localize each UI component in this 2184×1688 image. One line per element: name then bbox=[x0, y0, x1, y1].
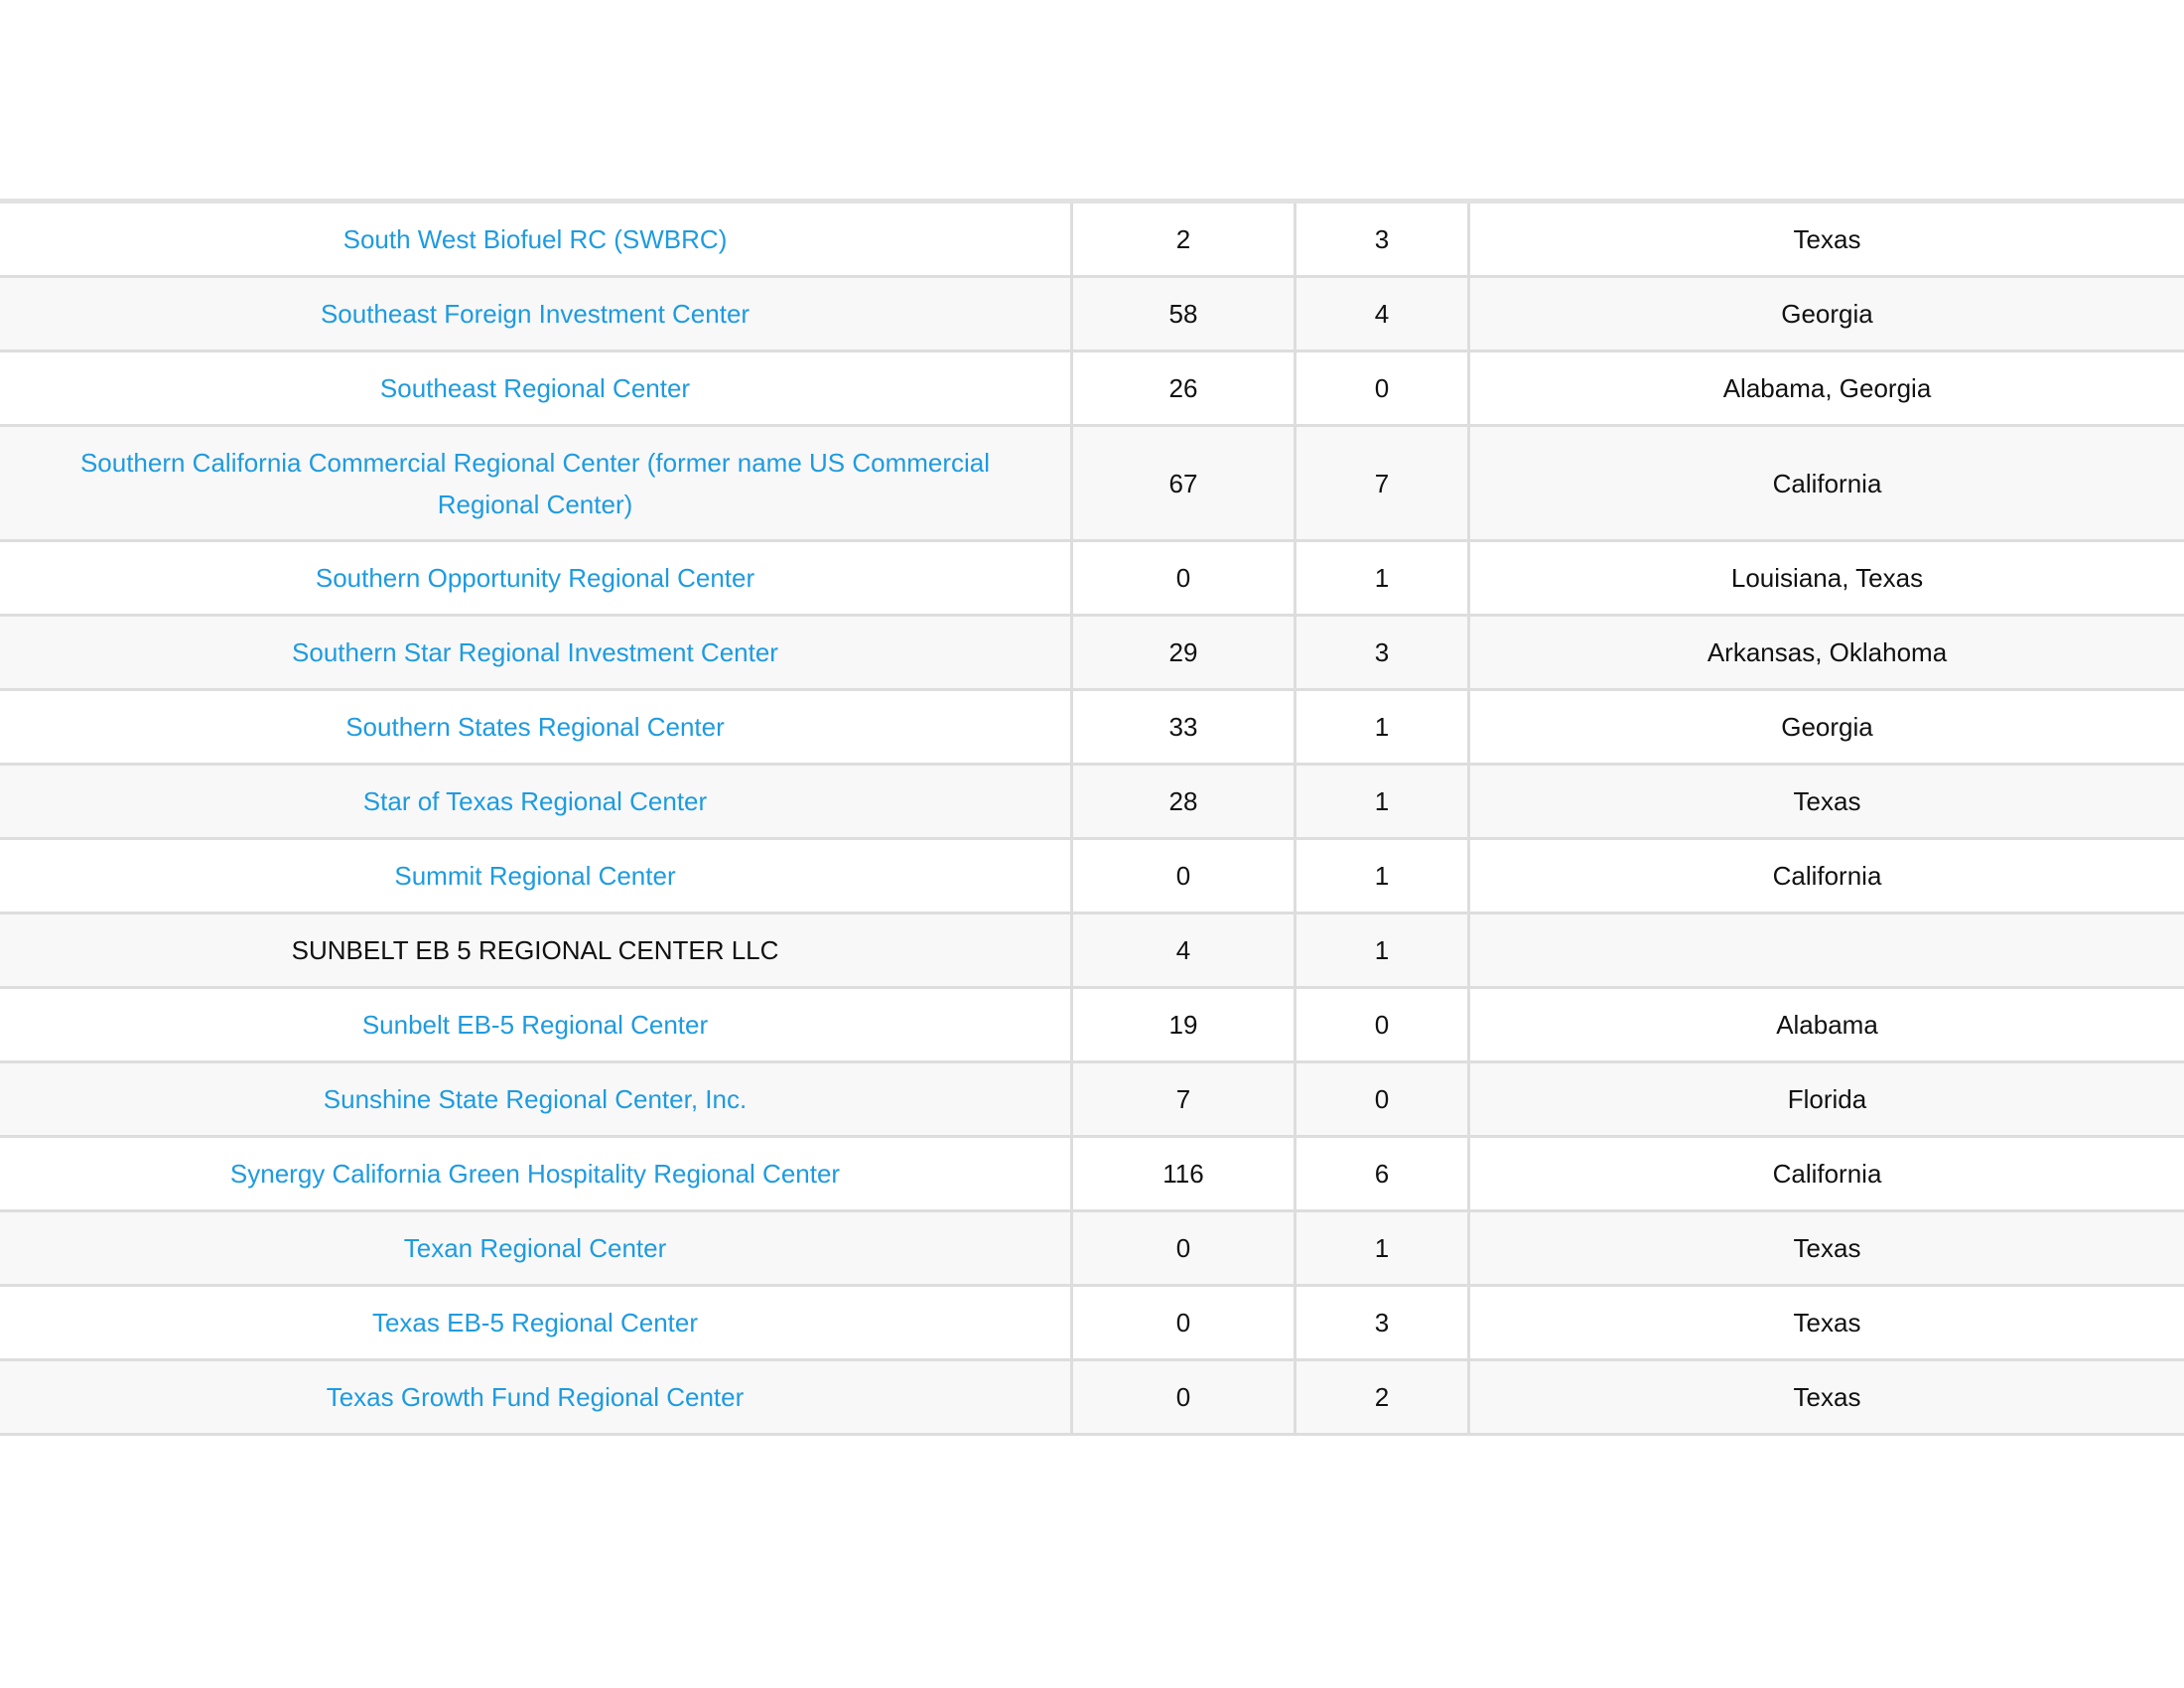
count-cell-2: 1 bbox=[1295, 539, 1470, 617]
count-cell-2: 1 bbox=[1295, 763, 1470, 840]
center-name-link[interactable]: Southeast Regional Center bbox=[380, 373, 690, 403]
table-row: Texas Growth Fund Regional Center 0 2 Texas bbox=[0, 1358, 2184, 1436]
count-cell-1: 7 bbox=[1071, 1060, 1297, 1138]
count-cell-2: 4 bbox=[1295, 275, 1470, 352]
center-name-cell: Star of Texas Regional Center bbox=[0, 763, 1073, 840]
table-row: Sunshine State Regional Center, Inc. 7 0 Fl… bbox=[0, 1060, 2184, 1138]
count-cell-2: 7 bbox=[1295, 424, 1470, 542]
state-cell: Alabama, Georgia bbox=[1468, 350, 2184, 427]
count-cell-1: 116 bbox=[1071, 1135, 1297, 1212]
center-name-cell: Texan Regional Center bbox=[0, 1209, 1073, 1287]
state-cell: Georgia bbox=[1468, 688, 2184, 766]
state-cell: Arkansas, Oklahoma bbox=[1468, 614, 2184, 691]
center-name-link[interactable]: Sunbelt EB-5 Regional Center bbox=[362, 1010, 708, 1040]
count-cell-1: 0 bbox=[1071, 1284, 1297, 1361]
count-cell-2: 1 bbox=[1295, 837, 1470, 914]
center-name-cell: Summit Regional Center bbox=[0, 837, 1073, 914]
table-row: SUNBELT EB 5 REGIONAL CENTER LLC 4 1 bbox=[0, 912, 2184, 989]
count-cell-1: 26 bbox=[1071, 350, 1297, 427]
center-name-cell: Texas Growth Fund Regional Center bbox=[0, 1358, 1073, 1436]
state-cell: Alabama bbox=[1468, 986, 2184, 1063]
center-name-cell: South West Biofuel RC (SWBRC) bbox=[0, 200, 1073, 278]
table-row: Southeast Regional Center 26 0 Alabama, Geo… bbox=[0, 350, 2184, 427]
table-body: South West Biofuel RC (SWBRC) 2 3 Texas Sout… bbox=[0, 200, 2184, 1436]
center-name-text: SUNBELT EB 5 REGIONAL CENTER LLC bbox=[291, 935, 779, 965]
table-row: Southern Opportunity Regional Center 0 1 Lo… bbox=[0, 539, 2184, 617]
table-row: Star of Texas Regional Center 28 1 Texas bbox=[0, 763, 2184, 840]
center-name-cell: Southern Star Regional Investment Center bbox=[0, 614, 1073, 691]
count-cell-1: 0 bbox=[1071, 1209, 1297, 1287]
count-cell-1: 0 bbox=[1071, 539, 1297, 617]
table-row: Summit Regional Center 0 1 California bbox=[0, 837, 2184, 914]
table-row: Texas EB-5 Regional Center 0 3 Texas bbox=[0, 1284, 2184, 1361]
count-cell-2: 6 bbox=[1295, 1135, 1470, 1212]
state-cell: Texas bbox=[1468, 1284, 2184, 1361]
count-cell-1: 33 bbox=[1071, 688, 1297, 766]
count-cell-2: 0 bbox=[1295, 1060, 1470, 1138]
center-name-cell: Southeast Foreign Investment Center bbox=[0, 275, 1073, 352]
count-cell-2: 0 bbox=[1295, 350, 1470, 427]
count-cell-1: 0 bbox=[1071, 1358, 1297, 1436]
center-name-cell: Sunbelt EB-5 Regional Center bbox=[0, 986, 1073, 1063]
state-cell: Florida bbox=[1468, 1060, 2184, 1138]
count-cell-2: 2 bbox=[1295, 1358, 1470, 1436]
center-name-cell: SUNBELT EB 5 REGIONAL CENTER LLC bbox=[0, 912, 1073, 989]
count-cell-1: 0 bbox=[1071, 837, 1297, 914]
count-cell-2: 3 bbox=[1295, 200, 1470, 278]
count-cell-1: 29 bbox=[1071, 614, 1297, 691]
state-cell: California bbox=[1468, 424, 2184, 542]
count-cell-2: 1 bbox=[1295, 912, 1470, 989]
center-name-cell: Sunshine State Regional Center, Inc. bbox=[0, 1060, 1073, 1138]
state-cell: Louisiana, Texas bbox=[1468, 539, 2184, 617]
table-row: Southern States Regional Center 33 1 Georgi… bbox=[0, 688, 2184, 766]
count-cell-2: 1 bbox=[1295, 1209, 1470, 1287]
table-row: Synergy California Green Hospitality Reg… bbox=[0, 1135, 2184, 1212]
center-name-link[interactable]: Texan Regional Center bbox=[404, 1233, 667, 1263]
count-cell-2: 3 bbox=[1295, 614, 1470, 691]
state-cell: California bbox=[1468, 1135, 2184, 1212]
center-name-cell: Southeast Regional Center bbox=[0, 350, 1073, 427]
regional-centers-table: South West Biofuel RC (SWBRC) 2 3 Texas Sout… bbox=[0, 199, 2184, 1436]
state-cell bbox=[1468, 912, 2184, 989]
table-row: Sunbelt EB-5 Regional Center 19 0 Alabama bbox=[0, 986, 2184, 1063]
count-cell-2: 0 bbox=[1295, 986, 1470, 1063]
center-name-link[interactable]: South West Biofuel RC (SWBRC) bbox=[343, 224, 728, 254]
state-cell: Texas bbox=[1468, 1209, 2184, 1287]
center-name-link[interactable]: Sunshine State Regional Center, Inc. bbox=[324, 1084, 747, 1114]
center-name-link[interactable]: Synergy California Green Hospitality Reg… bbox=[230, 1159, 840, 1189]
center-name-cell: Synergy California Green Hospitality Reg… bbox=[0, 1135, 1073, 1212]
center-name-link[interactable]: Star of Texas Regional Center bbox=[363, 786, 707, 816]
center-name-link[interactable]: Southern Opportunity Regional Center bbox=[316, 563, 754, 593]
center-name-link[interactable]: Southern States Regional Center bbox=[345, 712, 725, 742]
center-name-link[interactable]: Texas EB-5 Regional Center bbox=[372, 1308, 698, 1337]
table-row: South West Biofuel RC (SWBRC) 2 3 Texas bbox=[0, 200, 2184, 278]
count-cell-1: 58 bbox=[1071, 275, 1297, 352]
center-name-cell: Southern California Commercial Regional … bbox=[0, 424, 1073, 542]
table-row: Southeast Foreign Investment Center 58 4 Ge… bbox=[0, 275, 2184, 352]
count-cell-1: 4 bbox=[1071, 912, 1297, 989]
table-row: Southern California Commercial Regional … bbox=[0, 424, 2184, 542]
count-cell-2: 3 bbox=[1295, 1284, 1470, 1361]
count-cell-1: 2 bbox=[1071, 200, 1297, 278]
count-cell-1: 19 bbox=[1071, 986, 1297, 1063]
state-cell: Texas bbox=[1468, 200, 2184, 278]
center-name-cell: Southern States Regional Center bbox=[0, 688, 1073, 766]
center-name-link[interactable]: Summit Regional Center bbox=[394, 861, 675, 891]
count-cell-1: 28 bbox=[1071, 763, 1297, 840]
state-cell: Georgia bbox=[1468, 275, 2184, 352]
state-cell: Texas bbox=[1468, 1358, 2184, 1436]
center-name-cell: Southern Opportunity Regional Center bbox=[0, 539, 1073, 617]
count-cell-2: 1 bbox=[1295, 688, 1470, 766]
state-cell: California bbox=[1468, 837, 2184, 914]
table-row: Texan Regional Center 0 1 Texas bbox=[0, 1209, 2184, 1287]
state-cell: Texas bbox=[1468, 763, 2184, 840]
center-name-link[interactable]: Southern California Commercial Regional … bbox=[80, 448, 990, 519]
center-name-cell: Texas EB-5 Regional Center bbox=[0, 1284, 1073, 1361]
table-row: Southern Star Regional Investment Center… bbox=[0, 614, 2184, 691]
center-name-link[interactable]: Texas Growth Fund Regional Center bbox=[327, 1382, 745, 1412]
center-name-link[interactable]: Southern Star Regional Investment Center bbox=[292, 637, 778, 667]
center-name-link[interactable]: Southeast Foreign Investment Center bbox=[321, 299, 750, 329]
count-cell-1: 67 bbox=[1071, 424, 1297, 542]
